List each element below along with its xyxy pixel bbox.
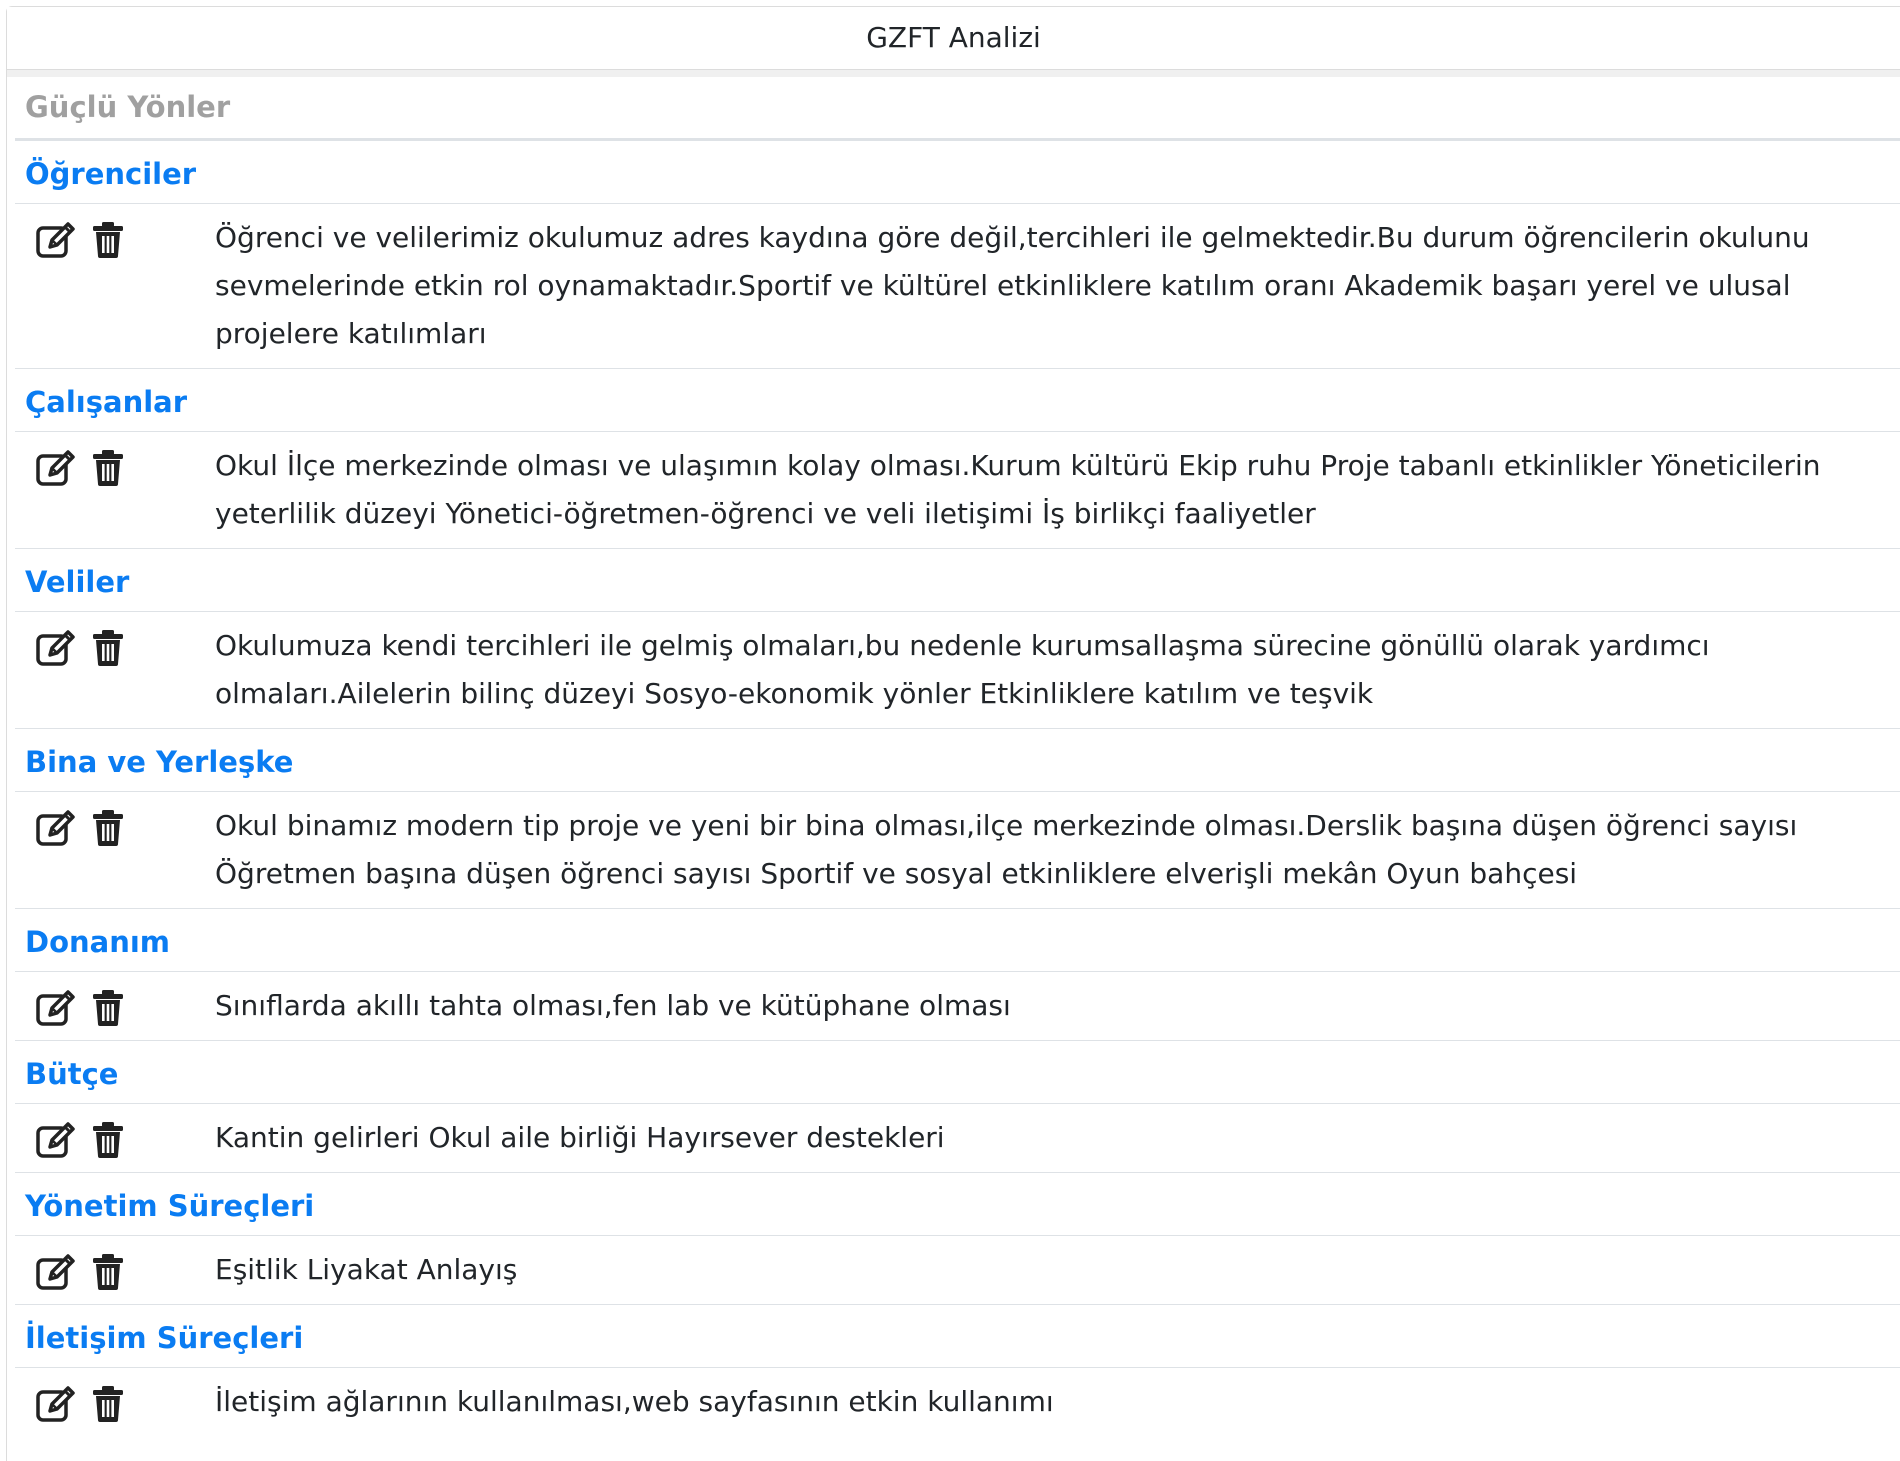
group-title: Öğrenciler — [15, 141, 1900, 204]
item-text: Eşitlik Liyakat Anlayış — [215, 1253, 518, 1286]
group-butce: Bütçe Kantin gelirleri Okul aile birliği… — [15, 1041, 1900, 1173]
list-item: Okul binamız modern tip proje ve yeni bi… — [15, 792, 1900, 909]
group-iletisim-surecleri: İletişim Süreçleri İletişim ağlarının ku… — [15, 1305, 1900, 1436]
row-actions — [15, 972, 215, 1028]
row-actions — [15, 612, 215, 668]
group-list: Öğrenciler Öğrenci ve velilerimiz okulum… — [15, 141, 1900, 1436]
edit-icon[interactable] — [35, 1384, 77, 1424]
list-item: Okulumuza kendi tercihleri ile gelmiş ol… — [15, 612, 1900, 729]
item-text: Öğrenci ve velilerimiz okulumuz adres ka… — [215, 221, 1810, 350]
section-title: Güçlü Yönler — [15, 77, 1900, 141]
page-title: GZFT Analizi — [866, 21, 1041, 54]
list-item: Kantin gelirleri Okul aile birliği Hayır… — [15, 1104, 1900, 1173]
trash-icon[interactable] — [91, 1384, 133, 1424]
group-title: İletişim Süreçleri — [15, 1305, 1900, 1368]
list-item: Sınıflarda akıllı tahta olması,fen lab v… — [15, 972, 1900, 1041]
row-actions — [15, 792, 215, 848]
card-header: GZFT Analizi — [7, 7, 1900, 70]
group-title: Bütçe — [15, 1041, 1900, 1104]
edit-icon[interactable] — [35, 808, 77, 848]
item-text: Sınıflarda akıllı tahta olması,fen lab v… — [215, 989, 1011, 1022]
edit-icon[interactable] — [35, 448, 77, 488]
edit-icon[interactable] — [35, 988, 77, 1028]
strengths-section: Güçlü Yönler Öğrenciler Öğrenci ve velil… — [7, 77, 1900, 1436]
edit-icon[interactable] — [35, 1252, 77, 1292]
group-title: Çalışanlar — [15, 369, 1900, 432]
trash-icon[interactable] — [91, 988, 133, 1028]
list-item: Öğrenci ve velilerimiz okulumuz adres ka… — [15, 204, 1900, 369]
item-text: İletişim ağlarının kullanılması,web sayf… — [215, 1385, 1054, 1418]
edit-icon[interactable] — [35, 628, 77, 668]
header-divider — [7, 70, 1900, 77]
row-actions — [15, 1104, 215, 1160]
group-title: Yönetim Süreçleri — [15, 1173, 1900, 1236]
trash-icon[interactable] — [91, 220, 133, 260]
row-actions — [15, 204, 215, 260]
row-actions — [15, 1236, 215, 1292]
list-item: İletişim ağlarının kullanılması,web sayf… — [15, 1368, 1900, 1436]
item-text: Okulumuza kendi tercihleri ile gelmiş ol… — [215, 629, 1710, 710]
row-actions — [15, 1368, 215, 1424]
item-text: Okul İlçe merkezinde olması ve ulaşımın … — [215, 449, 1821, 530]
group-title: Veliler — [15, 549, 1900, 612]
group-bina-ve-yerleske: Bina ve Yerleşke Okul binamız modern tip… — [15, 729, 1900, 909]
group-ogrenciler: Öğrenciler Öğrenci ve velilerimiz okulum… — [15, 141, 1900, 369]
group-donanim: Donanım Sınıflarda akıllı tahta olması,f… — [15, 909, 1900, 1041]
trash-icon[interactable] — [91, 808, 133, 848]
gzft-card: GZFT Analizi Güçlü Yönler Öğrenciler Öğr… — [6, 6, 1900, 1461]
group-title: Bina ve Yerleşke — [15, 729, 1900, 792]
item-text: Kantin gelirleri Okul aile birliği Hayır… — [215, 1121, 945, 1154]
item-text: Okul binamız modern tip proje ve yeni bi… — [215, 809, 1798, 890]
trash-icon[interactable] — [91, 1120, 133, 1160]
row-actions — [15, 432, 215, 488]
list-item: Okul İlçe merkezinde olması ve ulaşımın … — [15, 432, 1900, 549]
edit-icon[interactable] — [35, 1120, 77, 1160]
group-title: Donanım — [15, 909, 1900, 972]
trash-icon[interactable] — [91, 1252, 133, 1292]
group-yonetim-surecleri: Yönetim Süreçleri Eşitlik Liyakat Anlayı… — [15, 1173, 1900, 1305]
trash-icon[interactable] — [91, 628, 133, 668]
trash-icon[interactable] — [91, 448, 133, 488]
group-veliler: Veliler Okulumuza kendi tercihleri ile g… — [15, 549, 1900, 729]
group-calisanlar: Çalışanlar Okul İlçe merkezinde olması v… — [15, 369, 1900, 549]
list-item: Eşitlik Liyakat Anlayış — [15, 1236, 1900, 1305]
edit-icon[interactable] — [35, 220, 77, 260]
